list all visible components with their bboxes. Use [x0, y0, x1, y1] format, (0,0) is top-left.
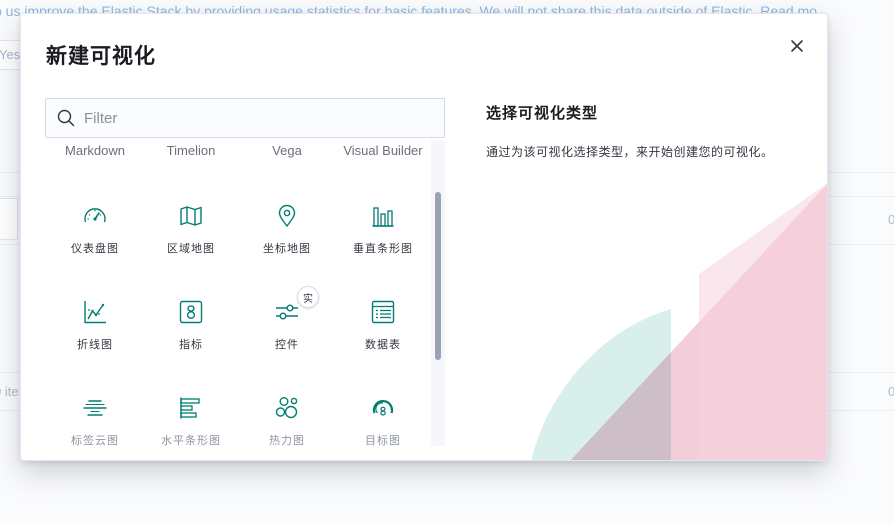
- horizontal-bar-icon: [180, 397, 200, 419]
- type-card-tag-cloud[interactable]: 标签云图: [47, 396, 143, 446]
- items-count: 0 ite: [0, 384, 19, 399]
- region-map-icon: [180, 206, 202, 226]
- type-label: 标签云图: [71, 434, 119, 446]
- filter-field[interactable]: [45, 98, 445, 138]
- type-label: 目标图: [365, 434, 401, 446]
- type-card-metric[interactable]: 指标: [143, 300, 239, 380]
- decorative-illustration: [531, 183, 827, 460]
- type-card-horizontal-bar[interactable]: 水平条形图: [143, 396, 239, 446]
- type-label-markdown[interactable]: Markdown: [47, 143, 143, 158]
- type-card-heatmap[interactable]: 热力图: [239, 396, 335, 446]
- new-visualization-modal: 新建可视化 Markdown Timelion Vega Visual Buil…: [20, 13, 828, 461]
- map-pin-icon: [278, 204, 296, 228]
- visualization-type-grid: Markdown Timelion Vega Visual Builder 仪表…: [45, 140, 431, 446]
- type-card-goal[interactable]: 目标图: [335, 396, 431, 446]
- data-table-icon: [371, 300, 395, 324]
- count-value: 0: [888, 212, 894, 227]
- vertical-bar-icon: [372, 207, 394, 227]
- type-label-vega[interactable]: Vega: [239, 143, 335, 158]
- type-label: 控件: [275, 338, 299, 351]
- description-text: 通过为该可视化选择类型，来开始创建您的可视化。: [486, 145, 774, 159]
- close-button[interactable]: [785, 34, 809, 58]
- type-card-controls[interactable]: 实 控件: [239, 286, 335, 380]
- type-card-data-table[interactable]: 数据表: [335, 300, 431, 380]
- type-label-timelion[interactable]: Timelion: [143, 143, 239, 158]
- heatmap-icon: [275, 397, 298, 419]
- type-label: 数据表: [365, 338, 401, 351]
- background-search-input: [0, 198, 18, 240]
- type-label: 坐标地图: [263, 242, 311, 255]
- type-card-line[interactable]: 折线图: [47, 300, 143, 380]
- modal-title: 新建可视化: [46, 43, 156, 68]
- type-card-gauge[interactable]: 仪表盘图: [47, 204, 143, 284]
- scrollbar-thumb[interactable]: [435, 192, 441, 360]
- type-card-coordinate-map[interactable]: 坐标地图: [239, 204, 335, 284]
- metric-icon: [179, 300, 203, 324]
- controls-icon: [276, 304, 298, 320]
- goal-icon: [372, 399, 394, 416]
- type-label-visual-builder[interactable]: Visual Builder: [335, 143, 431, 158]
- type-card-region-map[interactable]: 区域地图: [143, 204, 239, 284]
- type-label: 垂直条形图: [353, 242, 413, 255]
- line-chart-icon: [84, 301, 106, 324]
- type-label: 区域地图: [167, 242, 215, 255]
- type-label: 水平条形图: [161, 434, 221, 446]
- type-label: 热力图: [269, 434, 305, 446]
- gauge-icon: [84, 208, 106, 223]
- filter-input[interactable]: [84, 109, 424, 127]
- close-icon: [791, 40, 803, 52]
- search-icon: [56, 108, 76, 128]
- type-label: 指标: [179, 338, 203, 351]
- description-title: 选择可视化类型: [486, 104, 599, 122]
- tag-cloud-icon: [83, 400, 107, 416]
- type-card-vertical-bar[interactable]: 垂直条形图: [335, 204, 431, 284]
- type-label: 仪表盘图: [71, 242, 119, 255]
- count-value: 0: [888, 384, 894, 399]
- beta-badge: 实: [297, 286, 319, 308]
- type-label: 折线图: [77, 338, 113, 351]
